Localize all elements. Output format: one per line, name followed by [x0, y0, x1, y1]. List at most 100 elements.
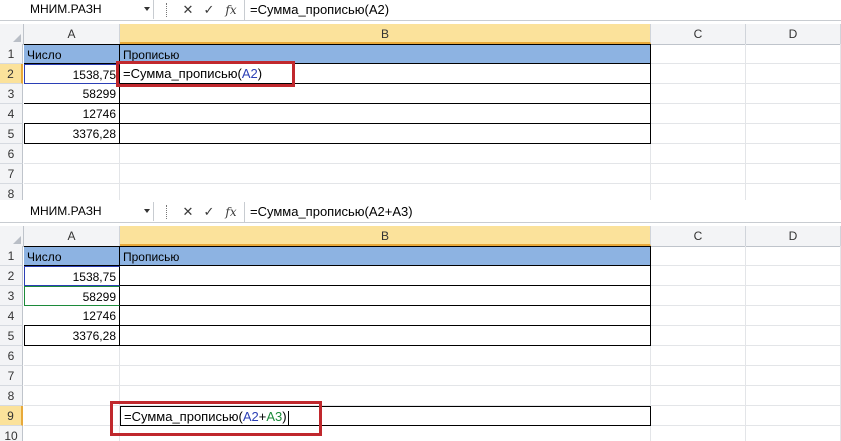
chevron-down-icon[interactable] — [144, 209, 150, 213]
cell-b6[interactable] — [120, 144, 651, 164]
cell-a4[interactable]: 12746 — [24, 306, 120, 326]
cell-b3[interactable] — [120, 286, 651, 306]
cell-d6[interactable] — [746, 346, 841, 366]
cell-d6[interactable] — [746, 144, 841, 164]
cell-d2[interactable] — [746, 266, 841, 286]
row-header[interactable]: 4 — [0, 104, 23, 124]
cell-d4[interactable] — [746, 306, 841, 326]
cell-b5[interactable] — [120, 124, 651, 144]
cell-b6[interactable] — [120, 346, 651, 366]
cell-a5[interactable]: 3376,28 — [24, 326, 120, 346]
cell-b4[interactable] — [120, 306, 651, 326]
row-header[interactable]: 6 — [0, 346, 23, 366]
cell-c1[interactable] — [651, 44, 746, 64]
row-header[interactable]: 8 — [0, 386, 23, 406]
row-header[interactable]: 5 — [0, 124, 23, 144]
row-header[interactable]: 4 — [0, 306, 23, 326]
name-box[interactable]: МНИМ.РАЗН — [0, 202, 154, 221]
cell-b4[interactable] — [120, 104, 651, 124]
cell-d5[interactable] — [746, 124, 841, 144]
cell-a6[interactable] — [24, 346, 120, 366]
cell-d10[interactable] — [746, 426, 841, 441]
enter-check-icon[interactable]: ✓ — [200, 203, 218, 221]
cell-d7[interactable] — [746, 366, 841, 386]
cell-d7[interactable] — [746, 164, 841, 184]
cell-d3[interactable] — [746, 286, 841, 306]
cell-a6[interactable] — [24, 144, 120, 164]
cell-c3[interactable] — [651, 286, 746, 306]
cell-d9[interactable] — [746, 406, 841, 426]
cell-c10[interactable] — [651, 426, 746, 441]
row-header[interactable]: 7 — [0, 164, 23, 184]
cell-a8[interactable] — [24, 386, 120, 406]
cell-b5[interactable] — [120, 326, 651, 346]
cell-d1[interactable] — [746, 44, 841, 64]
column-header-d[interactable]: D — [746, 226, 841, 246]
cell-a2[interactable]: 1538,75 — [24, 266, 120, 286]
cell-b1[interactable]: Прописью — [120, 246, 651, 266]
cell-d3[interactable] — [746, 84, 841, 104]
row-header[interactable]: 7 — [0, 366, 23, 386]
row-header[interactable]: 10 — [0, 426, 23, 441]
cell-a2[interactable]: 1538,75 — [24, 64, 120, 84]
column-header-a[interactable]: A — [24, 226, 120, 246]
insert-function-icon[interactable]: fx — [222, 1, 240, 19]
column-header-b[interactable]: B — [120, 226, 651, 246]
cell-c2[interactable] — [651, 64, 746, 84]
cell-a7[interactable] — [24, 164, 120, 184]
row-header[interactable]: 1 — [0, 44, 23, 64]
row-header[interactable]: 8 — [0, 184, 23, 200]
row-header[interactable]: 2 — [0, 64, 23, 84]
row-header[interactable]: 1 — [0, 246, 23, 266]
row-header[interactable]: 3 — [0, 84, 23, 104]
cell-b2[interactable] — [120, 266, 651, 286]
cell-c7[interactable] — [651, 366, 746, 386]
cell-d2[interactable] — [746, 64, 841, 84]
column-header-c[interactable]: C — [651, 24, 746, 44]
cell-a8[interactable] — [24, 184, 120, 200]
cell-a10[interactable] — [24, 426, 120, 441]
formula-input[interactable]: =Сумма_прописью(A2) — [250, 0, 389, 20]
cell-d5[interactable] — [746, 326, 841, 346]
cell-b3[interactable] — [120, 84, 651, 104]
cell-c7[interactable] — [651, 164, 746, 184]
cancel-icon[interactable]: ✕ — [179, 203, 197, 221]
cell-b7[interactable] — [120, 366, 651, 386]
cell-b8[interactable] — [120, 184, 651, 200]
cell-a4[interactable]: 12746 — [24, 104, 120, 124]
cell-d8[interactable] — [746, 184, 841, 200]
cell-c8[interactable] — [651, 386, 746, 406]
column-header-a[interactable]: A — [24, 24, 120, 44]
cell-a5[interactable]: 3376,28 — [24, 124, 120, 144]
cell-a9[interactable] — [24, 406, 120, 426]
cell-c1[interactable] — [651, 246, 746, 266]
select-all-button[interactable] — [0, 226, 24, 246]
cell-a1[interactable]: Число — [24, 44, 120, 64]
column-header-b[interactable]: B — [120, 24, 651, 44]
cell-c6[interactable] — [651, 144, 746, 164]
column-header-d[interactable]: D — [746, 24, 841, 44]
cell-c5[interactable] — [651, 326, 746, 346]
column-header-c[interactable]: C — [651, 226, 746, 246]
row-header[interactable]: 6 — [0, 144, 23, 164]
cell-a7[interactable] — [24, 366, 120, 386]
name-box[interactable]: МНИМ.РАЗН — [0, 0, 154, 19]
cell-a1[interactable]: Число — [24, 246, 120, 266]
select-all-button[interactable] — [0, 24, 24, 44]
cancel-icon[interactable]: ✕ — [179, 1, 197, 19]
cell-a3[interactable]: 58299 — [24, 286, 120, 306]
cell-c9[interactable] — [651, 406, 746, 426]
cell-d4[interactable] — [746, 104, 841, 124]
cell-c3[interactable] — [651, 84, 746, 104]
row-header[interactable]: 3 — [0, 286, 23, 306]
cell-b7[interactable] — [120, 164, 651, 184]
cell-c2[interactable] — [651, 266, 746, 286]
formula-input[interactable]: =Сумма_прописью(A2+A3) — [250, 202, 413, 222]
enter-check-icon[interactable]: ✓ — [200, 1, 218, 19]
row-header[interactable]: 2 — [0, 266, 23, 286]
cell-c4[interactable] — [651, 306, 746, 326]
cell-c4[interactable] — [651, 104, 746, 124]
row-header[interactable]: 9 — [0, 406, 23, 426]
cell-c5[interactable] — [651, 124, 746, 144]
cell-c6[interactable] — [651, 346, 746, 366]
